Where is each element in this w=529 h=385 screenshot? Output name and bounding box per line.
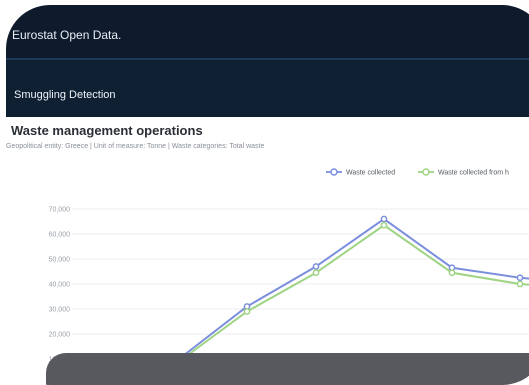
y-tick-label: 70,000 (49, 207, 71, 214)
data-point (312, 269, 320, 277)
data-point (380, 221, 388, 229)
legend-item-2: Waste collected from h (418, 168, 509, 177)
legend-item-1: Waste collected (326, 168, 395, 177)
y-tick-label: 60,000 (49, 232, 71, 239)
y-tick-label: 20,000 (49, 332, 71, 339)
data-point (380, 215, 388, 223)
y-axis: 70,00060,00050,00040,00030,00020,00010,0… (49, 207, 71, 364)
y-tick-label: 30,000 (49, 307, 71, 314)
legend-label: Waste collected (346, 170, 395, 177)
nav-bar: Smuggling Detection (6, 60, 529, 117)
chart-legend: Waste collected Waste collected from h (326, 168, 509, 177)
nav-item-smuggling-detection[interactable]: Smuggling Detection (14, 89, 116, 101)
top-header: Eurostat Open Data. (6, 5, 529, 58)
chart-panel: Waste management operations Geopolitical… (6, 117, 529, 385)
data-point (312, 263, 320, 270)
data-point (243, 308, 251, 315)
bottom-dock (46, 353, 529, 385)
line-chart: Waste collected Waste collected from h 70… (49, 168, 529, 383)
app-window: Eurostat Open Data. Smuggling Detection … (6, 5, 529, 385)
y-tick-label: 50,000 (49, 257, 71, 264)
data-point (516, 280, 524, 288)
data-point (448, 269, 456, 277)
y-tick-label: 40,000 (49, 282, 71, 289)
app-title: Eurostat Open Data. (12, 28, 122, 42)
data-point (516, 274, 524, 282)
legend-swatch-marker (422, 168, 430, 176)
chart-grid (72, 208, 529, 360)
legend-swatch-marker (330, 168, 338, 176)
legend-label: Waste collected from h (438, 170, 509, 177)
